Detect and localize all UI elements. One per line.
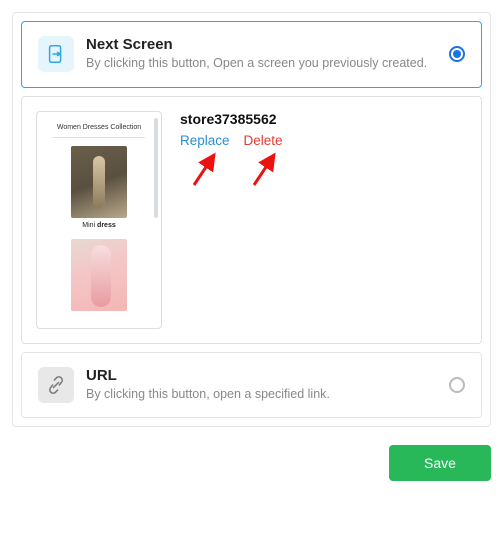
annotation-arrow-delete	[248, 149, 284, 189]
next-screen-desc: By clicking this button, Open a screen y…	[86, 55, 437, 73]
preview-caption-prefix: Mini	[82, 222, 97, 229]
preview-scrollbar[interactable]	[154, 118, 158, 218]
url-radio[interactable]	[449, 377, 465, 393]
delete-link[interactable]: Delete	[244, 133, 283, 148]
next-screen-radio[interactable]	[449, 46, 465, 62]
preview-caption-1: Mini dress	[45, 222, 153, 229]
preview-divider	[53, 137, 145, 138]
screen-actions: Replace Delete	[180, 133, 467, 148]
next-screen-option[interactable]: Next Screen By clicking this button, Ope…	[21, 21, 482, 88]
footer-actions: Save	[0, 439, 503, 481]
screen-name-label: store37385562	[180, 111, 467, 127]
url-text: URL By clicking this button, open a spec…	[86, 367, 437, 404]
next-screen-title: Next Screen	[86, 36, 437, 53]
screen-preview-block: Women Dresses Collection Mini dress stor…	[21, 96, 482, 344]
url-icon	[38, 367, 74, 403]
save-button[interactable]: Save	[389, 445, 491, 481]
replace-link[interactable]: Replace	[180, 133, 230, 148]
url-desc: By clicking this button, open a specifie…	[86, 386, 437, 404]
preview-image-2	[71, 239, 127, 311]
next-screen-icon	[38, 36, 74, 72]
preview-heading: Women Dresses Collection	[45, 124, 153, 131]
preview-image-1	[71, 146, 127, 218]
annotation-arrow-replace	[188, 149, 224, 189]
url-title: URL	[86, 367, 437, 384]
preview-caption-bold: dress	[97, 222, 116, 229]
url-option[interactable]: URL By clicking this button, open a spec…	[21, 352, 482, 419]
options-panel: Next Screen By clicking this button, Ope…	[12, 12, 491, 427]
next-screen-text: Next Screen By clicking this button, Ope…	[86, 36, 437, 73]
screen-thumbnail: Women Dresses Collection Mini dress	[36, 111, 162, 329]
screen-info: store37385562 Replace Delete	[180, 111, 467, 148]
